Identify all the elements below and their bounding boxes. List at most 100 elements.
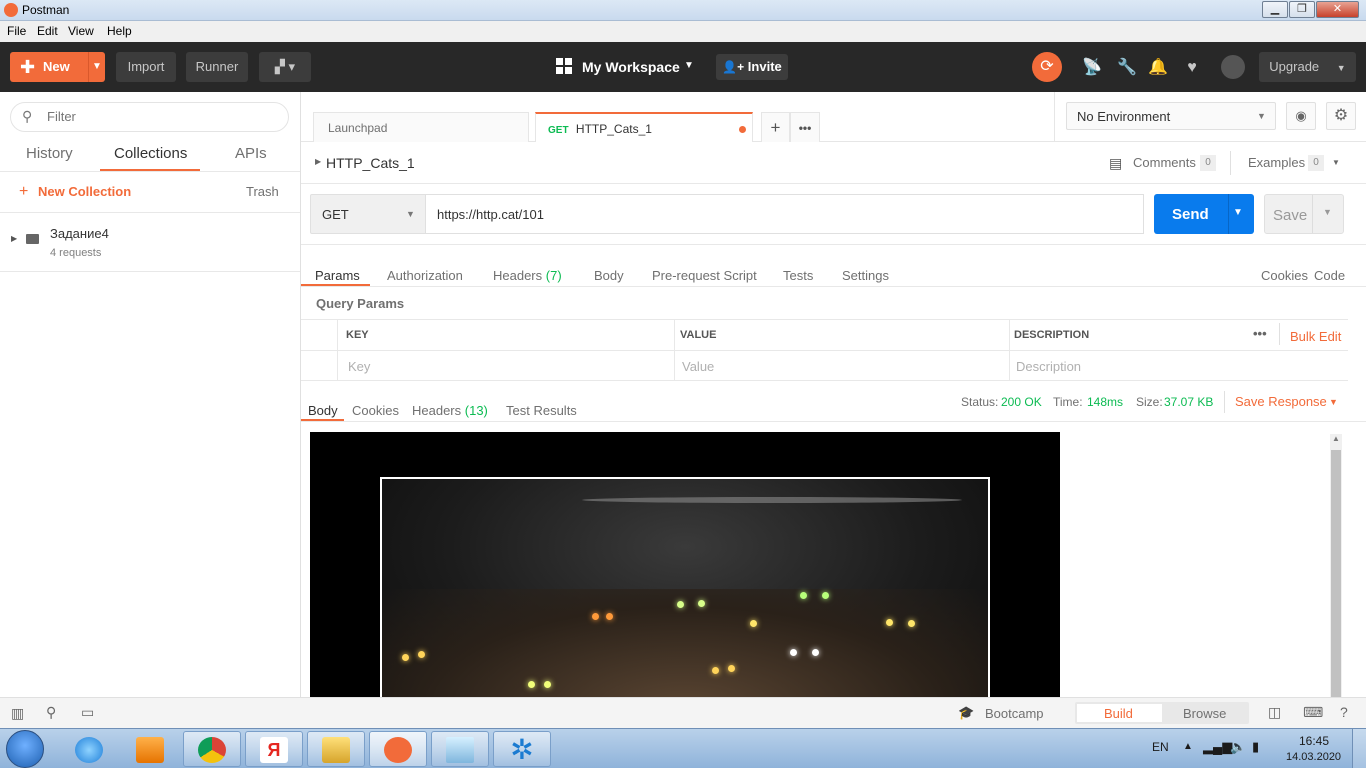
- wrench-icon[interactable]: 🔧: [1116, 57, 1138, 79]
- menu-file[interactable]: File: [7, 24, 26, 38]
- tab-headers[interactable]: Headers (7): [493, 268, 562, 283]
- tab-body[interactable]: Body: [594, 268, 624, 283]
- console-icon[interactable]: ▭: [81, 704, 94, 721]
- taskbar-chrome[interactable]: [183, 731, 241, 767]
- save-button[interactable]: Save ▼: [1264, 194, 1344, 234]
- examples-button[interactable]: Examples: [1248, 155, 1305, 170]
- new-window-button[interactable]: ▞ ▾: [259, 52, 311, 82]
- url-input[interactable]: https://http.cat/101: [425, 194, 1144, 234]
- language-indicator[interactable]: EN: [1152, 740, 1169, 754]
- save-response-button[interactable]: Save Response: [1235, 394, 1327, 409]
- tray-expand-icon[interactable]: ▲: [1183, 741, 1193, 752]
- minimize-button[interactable]: ▁: [1262, 1, 1288, 18]
- chevron-down-icon[interactable]: ▼: [92, 52, 102, 82]
- breadcrumb[interactable]: HTTP_Cats_1: [326, 155, 415, 171]
- eye-icon[interactable]: ◉: [1286, 102, 1316, 130]
- chevron-down-icon[interactable]: ▼: [1332, 158, 1340, 167]
- new-button[interactable]: ✚ New ▼: [10, 52, 105, 82]
- taskbar-explorer[interactable]: [307, 731, 365, 767]
- filter-box[interactable]: ⚲: [10, 102, 289, 132]
- menu-view[interactable]: View: [68, 24, 94, 38]
- menu-help[interactable]: Help: [107, 24, 132, 38]
- menu-edit[interactable]: Edit: [37, 24, 58, 38]
- gear-icon[interactable]: ⚙: [1326, 102, 1356, 130]
- trash-button[interactable]: Trash: [246, 184, 279, 199]
- clock-time[interactable]: 16:45: [1299, 734, 1329, 748]
- taskbar-ie[interactable]: [60, 731, 118, 767]
- taskbar-postman[interactable]: [369, 731, 427, 767]
- new-collection-button[interactable]: New Collection: [38, 184, 131, 199]
- maximize-button[interactable]: ❐: [1289, 1, 1315, 18]
- two-pane-icon[interactable]: ◫: [1268, 704, 1281, 721]
- tab-params[interactable]: Params: [315, 268, 360, 283]
- folder-icon: [322, 737, 350, 763]
- chevron-down-icon[interactable]: ▼: [684, 60, 694, 71]
- tab-history[interactable]: History: [26, 145, 73, 162]
- tab-tests[interactable]: Tests: [783, 268, 813, 283]
- cookies-link[interactable]: Cookies: [1261, 268, 1308, 283]
- help-icon[interactable]: ?: [1340, 704, 1348, 720]
- power-icon[interactable]: ▮: [1252, 739, 1259, 755]
- volume-icon[interactable]: 🔈: [1230, 739, 1246, 755]
- chevron-down-icon[interactable]: ▼: [1233, 207, 1243, 218]
- network-icon[interactable]: ▂▄▆: [1203, 739, 1232, 755]
- scroll-up-icon[interactable]: ▲: [1332, 434, 1340, 443]
- runner-button[interactable]: Runner: [186, 52, 248, 82]
- upgrade-button[interactable]: Upgrade ▼: [1259, 52, 1356, 82]
- tab-http-cats[interactable]: GET HTTP_Cats_1: [535, 112, 753, 142]
- value-input[interactable]: Value: [682, 359, 714, 374]
- taskbar-app[interactable]: ✲: [493, 731, 551, 767]
- tab-options-button[interactable]: •••: [790, 112, 820, 142]
- collection-item[interactable]: ▶ Задание4 4 requests: [0, 213, 300, 271]
- filter-input[interactable]: [47, 109, 277, 124]
- response-tab-cookies[interactable]: Cookies: [352, 403, 399, 418]
- scrollbar-thumb[interactable]: [1331, 450, 1341, 697]
- chevron-down-icon[interactable]: ▼: [1329, 397, 1338, 407]
- sync-icon[interactable]: ⟳: [1032, 52, 1062, 82]
- more-options-icon[interactable]: •••: [1253, 326, 1267, 341]
- code-link[interactable]: Code: [1314, 268, 1345, 283]
- bell-icon[interactable]: 🔔: [1147, 57, 1169, 79]
- taskbar-media-player[interactable]: [121, 731, 179, 767]
- description-input[interactable]: Description: [1016, 359, 1081, 374]
- start-button[interactable]: [6, 730, 44, 768]
- tab-authorization[interactable]: Authorization: [387, 268, 463, 283]
- chevron-down-icon[interactable]: ▼: [1323, 207, 1332, 217]
- caret-right-icon[interactable]: ▶: [11, 234, 17, 243]
- scrollbar[interactable]: ▲: [1330, 434, 1342, 697]
- tab-prerequest-script[interactable]: Pre-request Script: [652, 268, 757, 283]
- taskbar-yandex[interactable]: Я: [245, 731, 303, 767]
- tab-apis[interactable]: APIs: [235, 145, 267, 162]
- tab-settings[interactable]: Settings: [842, 268, 889, 283]
- avatar[interactable]: [1221, 55, 1245, 79]
- sidebar-toggle-icon[interactable]: ▥: [11, 705, 24, 722]
- send-button[interactable]: Send ▼: [1154, 194, 1254, 234]
- clock-date[interactable]: 14.03.2020: [1286, 751, 1341, 763]
- satellite-icon[interactable]: 📡: [1081, 57, 1103, 79]
- environment-select[interactable]: No Environment ▼: [1066, 102, 1276, 130]
- browse-mode-button[interactable]: Browse: [1183, 706, 1226, 721]
- method-select[interactable]: GET ▼: [310, 194, 426, 234]
- import-button[interactable]: Import: [116, 52, 176, 82]
- bulk-edit-link[interactable]: Bulk Edit: [1290, 329, 1341, 344]
- heart-icon[interactable]: ♥: [1181, 57, 1203, 79]
- window-titlebar: Postman ▁ ❐ ✕: [0, 0, 1366, 21]
- find-icon[interactable]: ⚲: [46, 704, 56, 721]
- workspace-switcher[interactable]: My Workspace: [582, 59, 680, 75]
- bootcamp-link[interactable]: Bootcamp: [985, 706, 1044, 721]
- new-tab-button[interactable]: +: [761, 112, 790, 142]
- key-input[interactable]: Key: [348, 359, 370, 374]
- response-tab-test-results[interactable]: Test Results: [506, 403, 577, 418]
- comments-button[interactable]: Comments: [1133, 155, 1196, 170]
- response-tab-headers[interactable]: Headers (13): [412, 403, 488, 418]
- tab-launchpad[interactable]: Launchpad: [313, 112, 529, 142]
- invite-button[interactable]: 👤+ Invite: [716, 54, 788, 80]
- tab-collections[interactable]: Collections: [114, 145, 187, 162]
- taskbar-notepad[interactable]: [431, 731, 489, 767]
- show-desktop-button[interactable]: [1352, 729, 1366, 768]
- response-tab-body[interactable]: Body: [308, 403, 338, 418]
- build-mode-button[interactable]: Build: [1104, 706, 1133, 721]
- caret-right-icon[interactable]: ▶: [315, 157, 321, 166]
- keyboard-icon[interactable]: ⌨: [1303, 704, 1323, 721]
- close-window-button[interactable]: ✕: [1316, 1, 1359, 18]
